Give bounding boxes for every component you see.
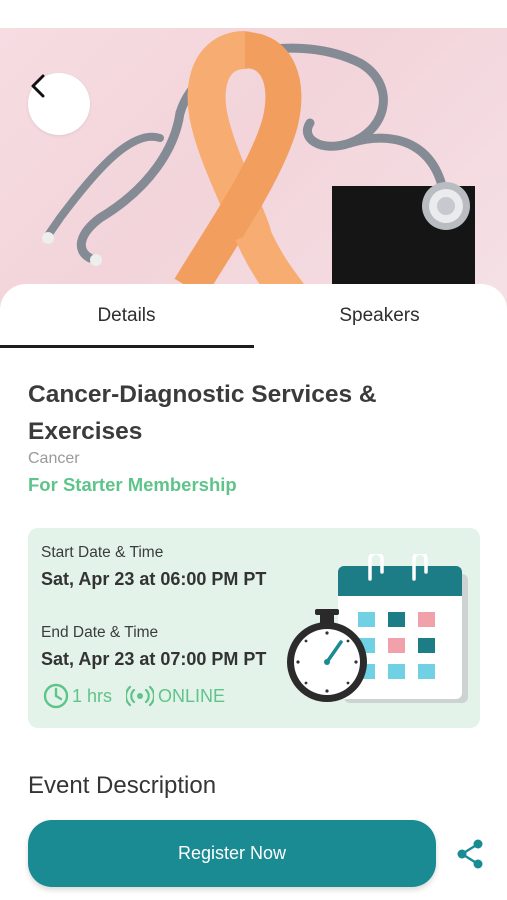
event-meta: 1 hrs ONLINE <box>43 682 225 710</box>
schedule-card: Start Date & Time Sat, Apr 23 at 06:00 P… <box>28 528 480 728</box>
clock-icon <box>43 683 69 709</box>
event-tabs: Details Speakers <box>0 284 507 348</box>
event-title: Cancer-Diagnostic Services & Exercises <box>28 381 377 445</box>
end-date-value: Sat, Apr 23 at 07:00 PM PT <box>41 649 267 669</box>
tab-details[interactable]: Details <box>0 284 253 348</box>
membership-label: For Starter Membership <box>28 474 237 495</box>
back-button[interactable] <box>28 73 90 135</box>
broadcast-icon <box>126 685 155 707</box>
start-date-label: Start Date & Time <box>41 544 164 561</box>
chevron-left-icon <box>31 74 45 98</box>
event-hero-image <box>0 28 507 313</box>
event-category: Cancer <box>28 450 80 467</box>
event-details-sheet: Details Speakers Cancer-Diagnostic Servi… <box>0 284 507 900</box>
calendar-stopwatch-illustration <box>287 554 468 703</box>
event-description-heading: Event Description <box>28 772 217 799</box>
active-tab-indicator <box>0 345 254 348</box>
tab-speakers[interactable]: Speakers <box>253 284 506 348</box>
event-mode-text: ONLINE <box>158 685 226 706</box>
duration-text: 1 hrs <box>72 685 113 706</box>
start-date-value: Sat, Apr 23 at 06:00 PM PT <box>41 569 267 589</box>
share-icon[interactable] <box>455 838 485 870</box>
register-now-button[interactable]: Register Now <box>28 820 436 887</box>
end-date-label: End Date & Time <box>41 624 159 641</box>
